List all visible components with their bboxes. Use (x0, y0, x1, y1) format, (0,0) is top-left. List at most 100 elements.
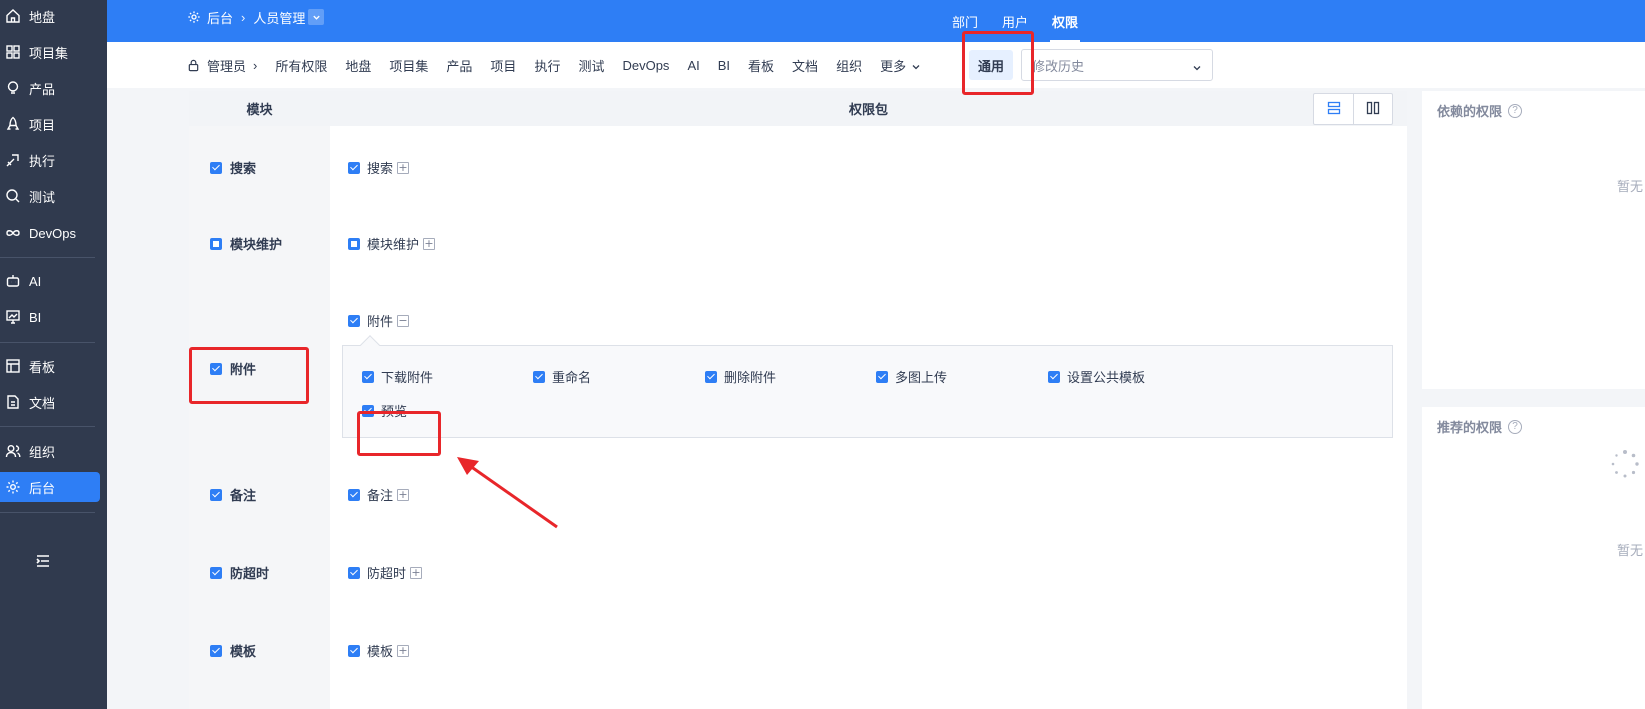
gear-icon (4, 478, 22, 496)
sidebar-item-dashboard[interactable]: 地盘 (0, 1, 100, 31)
home-icon (4, 7, 22, 25)
sidebar-item-admin[interactable]: 后台 (0, 472, 100, 502)
sidebar-item-products[interactable]: 产品 (0, 73, 100, 103)
package-checkbox[interactable] (348, 488, 360, 501)
perm-checkbox[interactable] (533, 370, 545, 383)
module-qa[interactable]: 测试 (578, 56, 604, 75)
perm-checkbox[interactable] (362, 404, 374, 417)
module-row-search[interactable]: 搜索 (210, 158, 256, 177)
package-checkbox[interactable] (348, 644, 360, 657)
expand-icon[interactable]: + (397, 644, 410, 657)
role-label: 管理员 (207, 58, 247, 74)
chevron-down-icon (911, 60, 921, 70)
module-row-file[interactable]: 附件 (210, 359, 256, 378)
module-checkbox[interactable] (210, 237, 222, 250)
module-label: 模块维护 (230, 237, 283, 252)
module-doc[interactable]: 文档 (792, 56, 818, 75)
tab-permission[interactable]: 权限 (1040, 0, 1090, 42)
module-checkbox[interactable] (210, 488, 222, 501)
module-checkbox[interactable] (210, 362, 222, 375)
sidebar-item-devops[interactable]: DevOps (0, 218, 100, 248)
perm-checkbox[interactable] (876, 370, 888, 383)
column-view-button[interactable] (1353, 94, 1392, 124)
sidebar-item-programs[interactable]: 项目集 (0, 37, 100, 67)
package-checkbox[interactable] (348, 237, 360, 250)
panel-notch (360, 335, 380, 355)
module-row-comment[interactable]: 备注 (210, 485, 256, 504)
depend-title-text: 依赖的权限 (1437, 104, 1503, 119)
package-label: 模块维护 (367, 237, 420, 252)
package-row-search: 搜索 + (348, 158, 410, 177)
module-project[interactable]: 项目 (490, 56, 516, 75)
privilege-toolbar: 管理员 › 所有权限 地盘 项目集 产品 项目 执行 测试 DevOps AI … (107, 42, 1645, 88)
module-org[interactable]: 组织 (836, 56, 862, 75)
role-selector[interactable]: 管理员 › (187, 56, 257, 75)
perm-download-file[interactable]: 下载附件 (362, 367, 433, 386)
module-row-tree[interactable]: 模块维护 (210, 234, 282, 253)
perm-delete-file[interactable]: 删除附件 (705, 367, 776, 386)
module-dashboard[interactable]: 地盘 (345, 56, 371, 75)
package-label: 模板 (367, 644, 394, 659)
module-row-template[interactable]: 模板 (210, 641, 256, 660)
sidebar-item-bi[interactable]: BI (0, 302, 100, 332)
module-kanban[interactable]: 看板 (748, 56, 774, 75)
view-toggle (1313, 93, 1393, 125)
perm-preview[interactable]: 预览 (362, 401, 407, 420)
breadcrumb: 后台 › 人员管理 (187, 0, 325, 34)
module-checkbox[interactable] (210, 566, 222, 579)
more-menu[interactable]: 更多 (880, 56, 921, 75)
sidebar-item-executions[interactable]: 执行 (0, 145, 100, 175)
sidebar-item-projects[interactable]: 项目 (0, 109, 100, 139)
package-row-file: 附件 − (348, 311, 410, 330)
doc-icon (4, 393, 22, 411)
expand-icon[interactable]: + (397, 488, 410, 501)
perm-checkbox[interactable] (362, 370, 374, 383)
module-program[interactable]: 项目集 (389, 56, 428, 75)
sidebar-item-qa[interactable]: 测试 (0, 181, 100, 211)
perm-public-template[interactable]: 设置公共模板 (1048, 367, 1145, 386)
sidebar-item-label: 测试 (29, 189, 56, 205)
sidebar-item-label: 地盘 (29, 9, 56, 25)
module-ai[interactable]: AI (687, 58, 699, 73)
package-checkbox[interactable] (348, 161, 360, 174)
collapse-menu-icon[interactable] (36, 554, 56, 574)
top-tabs: 部门 用户 权限 (940, 0, 1090, 42)
sidebar-item-org[interactable]: 组织 (0, 436, 100, 466)
perm-checkbox[interactable] (1048, 370, 1060, 383)
sidebar-item-ai[interactable]: AI (0, 266, 100, 296)
sidebar-item-label: 项目集 (29, 45, 69, 61)
expand-icon[interactable]: + (423, 237, 436, 250)
module-label: 备注 (230, 488, 257, 503)
sidebar-item-docs[interactable]: 文档 (0, 387, 100, 417)
help-icon[interactable]: ? (1508, 419, 1523, 434)
module-checkbox[interactable] (210, 161, 222, 174)
perm-rename[interactable]: 重命名 (533, 367, 591, 386)
sidebar-item-kanban[interactable]: 看板 (0, 351, 100, 381)
help-icon[interactable]: ? (1508, 103, 1523, 118)
module-all[interactable]: 所有权限 (275, 56, 327, 75)
tab-user[interactable]: 用户 (990, 0, 1040, 42)
perm-multi-upload[interactable]: 多图上传 (876, 367, 947, 386)
module-execution[interactable]: 执行 (534, 56, 560, 75)
expand-icon[interactable]: + (397, 161, 410, 174)
package-checkbox[interactable] (348, 314, 360, 327)
breadcrumb-current[interactable]: 人员管理 (253, 8, 305, 27)
expand-icon[interactable]: + (410, 566, 423, 579)
rocket-icon (4, 115, 22, 133)
package-checkbox[interactable] (348, 566, 360, 579)
history-select[interactable]: 修改历史 (1021, 49, 1213, 81)
depend-permission-panel: 依赖的权限 ? 暂无 (1422, 91, 1645, 389)
module-devops[interactable]: DevOps (622, 58, 669, 73)
perm-checkbox[interactable] (705, 370, 717, 383)
module-product[interactable]: 产品 (446, 56, 472, 75)
module-checkbox[interactable] (210, 644, 222, 657)
chevron-down-icon[interactable] (308, 9, 325, 25)
module-bi[interactable]: BI (718, 58, 730, 73)
module-row-timeout[interactable]: 防超时 (210, 563, 269, 582)
general-module-pill[interactable]: 通用 (969, 50, 1013, 80)
breadcrumb-root[interactable]: 后台 (207, 8, 233, 27)
collapse-icon[interactable]: − (397, 314, 410, 327)
list-view-button[interactable] (1314, 94, 1353, 124)
history-placeholder: 修改历史 (1032, 58, 1085, 74)
tab-department[interactable]: 部门 (940, 0, 990, 42)
